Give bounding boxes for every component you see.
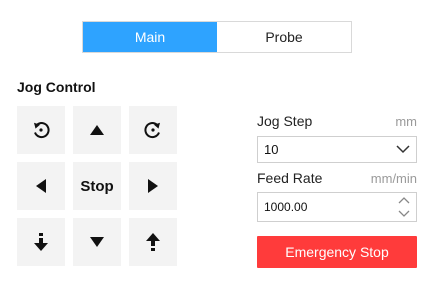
jog-z-minus-button[interactable] bbox=[17, 218, 65, 266]
jog-step-select[interactable]: 10 bbox=[257, 136, 417, 163]
feed-rate-unit: mm/min bbox=[370, 171, 417, 186]
arrow-right-icon bbox=[148, 179, 158, 193]
chevron-down-icon bbox=[398, 210, 410, 217]
arrow-down-icon bbox=[90, 237, 104, 247]
jog-grid: Stop bbox=[17, 106, 179, 268]
feed-rate-label: Feed Rate bbox=[257, 170, 323, 186]
tab-probe[interactable]: Probe bbox=[217, 22, 351, 52]
z-up-icon bbox=[146, 233, 160, 251]
rotate-cw-button[interactable] bbox=[129, 106, 177, 154]
decrement-button[interactable] bbox=[396, 208, 412, 220]
jog-step-value: 10 bbox=[264, 142, 279, 157]
jog-y-minus-button[interactable] bbox=[73, 218, 121, 266]
jog-step-label: Jog Step bbox=[257, 113, 313, 129]
feed-rate-input[interactable]: 1000.00 bbox=[257, 192, 417, 222]
tab-bar: Main Probe bbox=[82, 21, 352, 53]
jog-control-title: Jog Control bbox=[17, 79, 96, 95]
feed-rate-value: 1000.00 bbox=[264, 200, 308, 214]
z-down-icon bbox=[34, 233, 48, 251]
jog-step-unit: mm bbox=[395, 114, 417, 129]
emergency-stop-button[interactable]: Emergency Stop bbox=[257, 236, 417, 268]
jog-x-plus-button[interactable] bbox=[129, 162, 177, 210]
rotate-ccw-icon bbox=[34, 122, 50, 139]
chevron-down-icon bbox=[396, 145, 410, 154]
jog-x-minus-button[interactable] bbox=[17, 162, 65, 210]
arrow-left-icon bbox=[36, 179, 46, 193]
jog-z-plus-button[interactable] bbox=[129, 218, 177, 266]
chevron-up-icon bbox=[398, 197, 410, 204]
feed-rate-spinner bbox=[396, 195, 412, 220]
increment-button[interactable] bbox=[396, 195, 412, 207]
jog-y-plus-button[interactable] bbox=[73, 106, 121, 154]
jog-stop-button[interactable]: Stop bbox=[73, 162, 121, 210]
tab-main[interactable]: Main bbox=[83, 22, 217, 52]
rotate-cw-icon bbox=[144, 122, 160, 139]
arrow-up-icon bbox=[90, 125, 104, 135]
rotate-ccw-button[interactable] bbox=[17, 106, 65, 154]
